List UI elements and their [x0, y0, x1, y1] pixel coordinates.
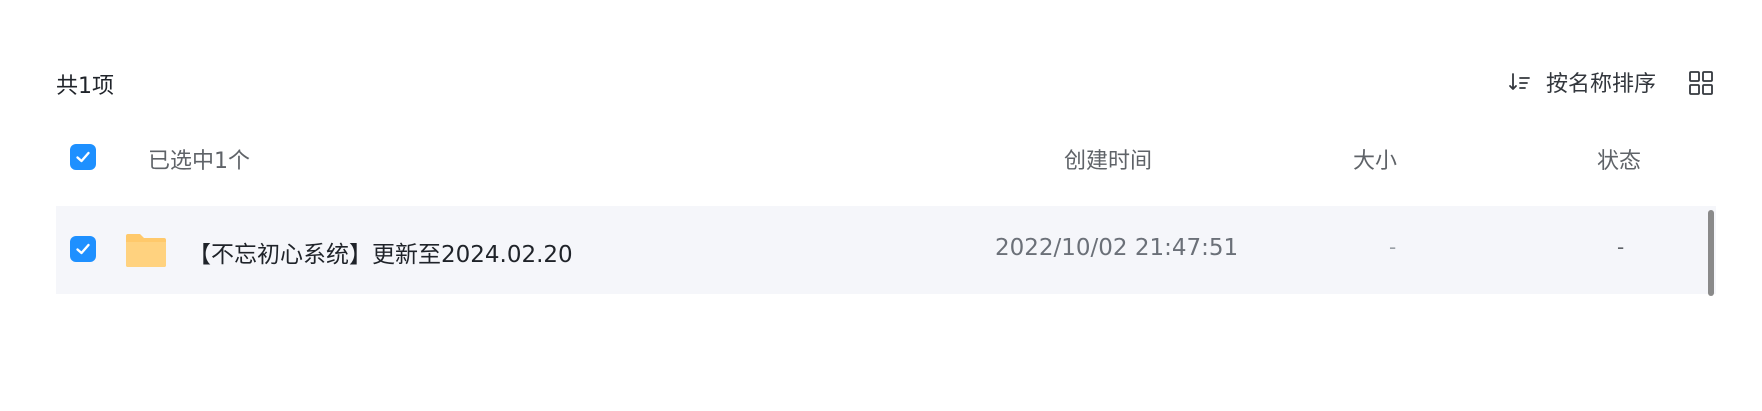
sort-icon — [1509, 73, 1530, 90]
file-status: - — [1617, 235, 1625, 259]
check-icon — [76, 243, 90, 255]
grid-view-icon[interactable] — [1688, 70, 1714, 96]
item-count: 共1项 — [56, 74, 114, 99]
sort-label: 按名称排序 — [1545, 72, 1656, 97]
scrollbar[interactable] — [1708, 210, 1714, 296]
size-header[interactable]: 大小 — [1353, 143, 1397, 175]
select-all-checkbox[interactable] — [70, 144, 96, 170]
selected-count-header: 已选中1个 — [148, 149, 250, 174]
row-checkbox[interactable] — [70, 236, 96, 262]
sort-button[interactable]: 按名称排序 — [1508, 66, 1656, 98]
status-header: 状态 — [1597, 149, 1642, 174]
created-time: 2022/10/02 21:47:51 — [995, 235, 1239, 261]
created-time-header[interactable]: 创建时间 — [1064, 143, 1152, 175]
file-size: - — [1389, 235, 1397, 259]
file-name[interactable]: 【不忘初心系统】更新至2024.02.20 — [188, 235, 573, 269]
check-icon — [76, 151, 90, 163]
folder-icon — [126, 234, 166, 267]
